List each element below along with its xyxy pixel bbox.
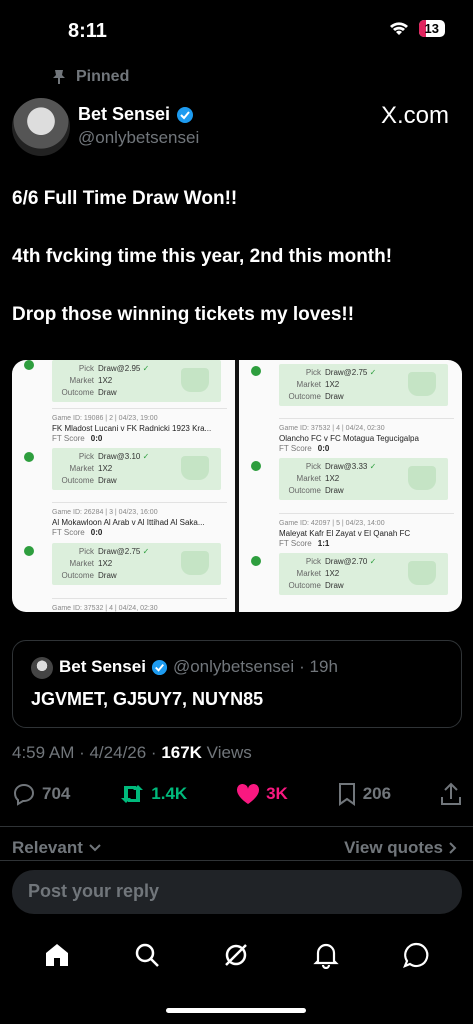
check-icon: [24, 546, 34, 556]
check-icon: [251, 461, 261, 471]
quote-handle: @onlybetsensei: [172, 657, 295, 676]
divider: [0, 826, 473, 827]
trophy-icon: [408, 372, 436, 396]
like-button[interactable]: 3K: [236, 783, 288, 805]
action-bar: 704 1.4K 3K 206: [12, 782, 462, 806]
pick-block: Pick Draw@2.95 ✓ Market 1X2 Outcome Draw: [52, 360, 221, 402]
reply-input[interactable]: Post your reply: [12, 870, 462, 914]
tweet-body: 6/6 Full Time Draw Won!! 4th fvcking tim…: [12, 187, 462, 361]
repost-button[interactable]: 1.4K: [119, 782, 187, 806]
views-count: 167K: [161, 743, 202, 762]
author-name[interactable]: Bet Sensei: [78, 104, 170, 125]
trophy-icon: [181, 368, 209, 392]
game-teams: Olancho FC v FC Motagua Tegucigalpa: [279, 434, 419, 443]
ticket-image-right[interactable]: Pick Draw@2.75 ✓ Market 1X2 Outcome Draw Ga…: [239, 360, 462, 612]
ft-score: FT Score 0:0: [52, 434, 103, 443]
verified-badge-icon: [177, 106, 194, 123]
pinned-label: Pinned: [52, 68, 129, 86]
pick-block: Pick Draw@2.70 ✓ Market 1X2 Outcome Draw: [279, 553, 448, 595]
quote-author-name: Bet Sensei: [59, 657, 146, 676]
share-icon: [440, 782, 461, 805]
grok-icon[interactable]: [222, 941, 250, 969]
author-name-row[interactable]: Bet Sensei: [78, 104, 194, 125]
bottom-nav: [0, 930, 473, 980]
check-icon: [24, 360, 34, 370]
ft-score: FT Score 1:1: [279, 539, 330, 548]
check-icon: [251, 366, 261, 376]
quote-text: JGVMET, GJ5UY7, NUYN85: [31, 689, 264, 709]
bookmark-button[interactable]: 206: [337, 782, 391, 806]
check-icon: [24, 452, 34, 462]
pick-block: Pick Draw@3.10 ✓ Market 1X2 Outcome Draw: [52, 448, 221, 490]
post-timestamp: 4:59 AM · 4/24/26 ·: [12, 743, 162, 762]
wifi-icon: [389, 22, 408, 35]
trophy-icon: [408, 561, 436, 585]
game-teams: Al Mokawloon Al Arab v Al Ittihad Al Sak…: [52, 518, 205, 527]
bookmark-icon: [338, 783, 355, 806]
share-button[interactable]: [440, 782, 462, 806]
author-avatar[interactable]: [12, 98, 70, 156]
quote-avatar: [31, 657, 53, 679]
game-info: Game ID: 42097 | 5 | 04/23, 14:00: [279, 520, 385, 527]
search-icon[interactable]: [133, 941, 161, 969]
reply-icon: [13, 783, 35, 806]
ft-score: FT Score 0:0: [279, 444, 330, 453]
game-info: Game ID: 37532 | 4 | 04/24, 02:30: [279, 425, 385, 432]
status-time: 8:11: [68, 20, 107, 42]
view-quotes-link[interactable]: View quotes: [344, 838, 457, 858]
chevron-down-icon: [89, 844, 101, 852]
check-icon: [251, 556, 261, 566]
trophy-icon: [181, 551, 209, 575]
sort-dropdown[interactable]: Relevant: [12, 838, 101, 858]
quote-header: Bet Sensei @onlybetsensei · 19h: [59, 657, 338, 677]
verified-badge-icon: [151, 659, 167, 675]
tweet-line: Drop those winning tickets my loves!!: [12, 304, 355, 325]
home-indicator: [166, 1008, 306, 1013]
author-handle[interactable]: @onlybetsensei: [78, 128, 199, 148]
game-teams: Maleyat Kafr El Zayat v El Qanah FC: [279, 529, 411, 538]
pick-block: Pick Draw@2.75 ✓ Market 1X2 Outcome Draw: [279, 364, 448, 406]
tweet-line: 6/6 Full Time Draw Won!!: [12, 188, 238, 209]
notifications-icon[interactable]: [312, 941, 340, 969]
reply-button[interactable]: 704: [12, 782, 70, 806]
trophy-icon: [408, 466, 436, 490]
game-info: Game ID: 26284 | 3 | 04/23, 16:00: [52, 509, 158, 516]
game-teams: FK Mladost Lucani v FK Radnicki 1923 Kra…: [52, 424, 212, 433]
heart-icon: [237, 783, 260, 804]
tweet-line: 4th fvcking time this year, 2nd this mon…: [12, 246, 393, 267]
chevron-right-icon: [449, 842, 457, 854]
post-meta: 4:59 AM · 4/24/26 · 167K Views: [12, 743, 252, 763]
repost-icon: [121, 785, 144, 803]
battery-indicator: 13: [418, 20, 445, 37]
divider: [0, 860, 473, 861]
quote-age: · 19h: [299, 657, 338, 676]
game-info: Game ID: 19086 | 2 | 04/23, 19:00: [52, 415, 158, 422]
ft-score: FT Score 0:0: [52, 528, 103, 537]
home-icon[interactable]: [43, 941, 71, 969]
status-icons: 13: [389, 20, 445, 37]
messages-icon[interactable]: [402, 941, 430, 969]
ticket-image-left[interactable]: Pick Draw@2.95 ✓ Market 1X2 Outcome Draw Ga…: [12, 360, 235, 612]
pin-icon: [53, 70, 65, 84]
brand-logo: X.com: [380, 102, 449, 129]
quoted-post[interactable]: Bet Sensei @onlybetsensei · 19h JGVMET, …: [12, 640, 462, 728]
views-label: Views: [201, 743, 252, 762]
tweet-media[interactable]: Pick Draw@2.95 ✓ Market 1X2 Outcome Draw Ga…: [12, 360, 462, 612]
pick-block: Pick Draw@2.75 ✓ Market 1X2 Outcome Draw: [52, 543, 221, 585]
pick-block: Pick Draw@3.33 ✓ Market 1X2 Outcome Draw: [279, 458, 448, 500]
trophy-icon: [181, 456, 209, 480]
game-info: Game ID: 37532 | 4 | 04/24, 02:30: [52, 605, 158, 612]
